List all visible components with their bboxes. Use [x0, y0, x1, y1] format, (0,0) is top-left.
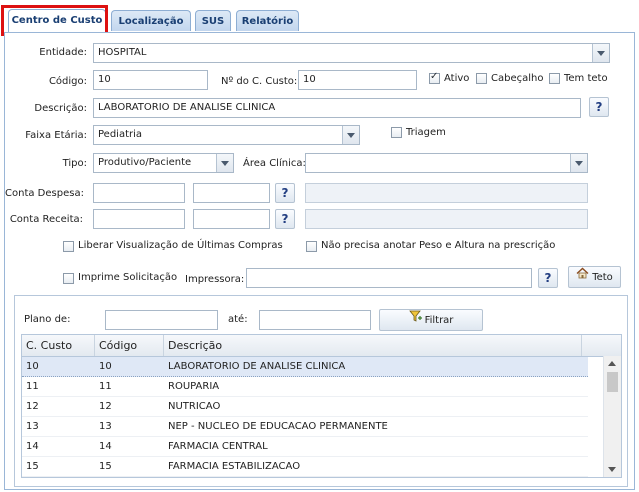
descricao-label: Descrição: [34, 103, 87, 114]
nro-cc-label: Nº do C. Custo: [221, 76, 298, 87]
conta-despesa-description [305, 183, 588, 203]
chevron-down-icon[interactable] [342, 126, 359, 144]
column-header-descricao[interactable]: Descrição [164, 335, 582, 356]
descricao-input[interactable]: LABORATORIO DE ANALISE CLINICA [93, 98, 581, 118]
conta-despesa-input-1[interactable] [93, 183, 185, 203]
cell-c-custo: 14 [26, 441, 39, 452]
triagem-label: Triagem [406, 127, 446, 138]
column-header-codigo[interactable]: Código [95, 335, 164, 356]
descricao-help-button[interactable]: ? [589, 97, 609, 117]
entidade-label: Entidade: [39, 47, 87, 58]
column-header-c-custo[interactable]: C. Custo [22, 335, 95, 356]
plano-label: Plano de: [24, 314, 71, 325]
conta-despesa-help-button[interactable]: ? [275, 183, 295, 203]
impressora-input[interactable] [246, 268, 532, 288]
nro-cc-input[interactable]: 10 [298, 70, 417, 90]
chevron-down-icon[interactable] [216, 154, 233, 172]
chevron-down-icon[interactable] [570, 154, 587, 172]
cabecalho-label: Cabeçalho [491, 73, 544, 84]
cell-c-custo: 15 [26, 461, 39, 472]
plano-input[interactable] [105, 310, 218, 330]
faixa-label: Faixa Etária: [25, 130, 87, 141]
impressora-label: Impressora: [185, 274, 245, 285]
chevron-down-icon[interactable] [592, 44, 609, 62]
scroll-thumb[interactable] [607, 372, 618, 392]
imprime-checkbox[interactable] [63, 273, 74, 284]
cell-codigo: 14 [99, 441, 112, 452]
ate-label: até: [228, 314, 248, 325]
triagem-checkbox[interactable] [391, 127, 402, 138]
area-clinica-label: Área Clínica: [243, 158, 306, 169]
filter-icon [408, 310, 423, 330]
ativo-label: Ativo [444, 73, 470, 84]
table-row[interactable]: 10 10 LABORATORIO DE ANALISE CLINICA [22, 357, 588, 377]
scroll-up-icon[interactable] [608, 361, 616, 366]
cell-c-custo: 11 [26, 381, 39, 392]
cabecalho-checkbox[interactable] [476, 73, 487, 84]
conta-receita-help-button[interactable]: ? [275, 209, 295, 229]
nao-precisa-label: Não precisa anotar Peso e Altura na pres… [321, 240, 556, 251]
conta-receita-input-1[interactable] [93, 209, 185, 229]
cell-descricao: FARMACIA ESTABILIZACAO [168, 461, 301, 472]
liberar-checkbox[interactable] [63, 241, 74, 252]
conta-despesa-input-2[interactable] [193, 183, 270, 203]
cell-c-custo: 10 [26, 361, 39, 372]
impressora-help-button[interactable]: ? [538, 268, 558, 288]
cell-c-custo: 12 [26, 401, 39, 412]
conta-receita-label: Conta Receita: [9, 214, 83, 225]
cell-c-custo: 13 [26, 421, 39, 432]
ate-input[interactable] [259, 310, 371, 330]
cost-center-table: C. Custo Código Descrição 10 10 LABORATO… [21, 334, 622, 478]
conta-receita-input-2[interactable] [193, 209, 270, 229]
tab-sus[interactable]: SUS [195, 10, 231, 31]
tem-teto-label: Tem teto [564, 73, 608, 84]
tab-relatorio[interactable]: Relatório [236, 10, 299, 31]
table-row[interactable]: 13 13 NEP - NUCLEO DE EDUCACAO PERMANENT… [22, 417, 588, 437]
table-scrollbar[interactable] [603, 356, 621, 477]
faixa-select[interactable]: Pediatria [93, 125, 360, 145]
cell-codigo: 12 [99, 401, 112, 412]
conta-receita-description [305, 209, 588, 229]
table-row[interactable]: 12 12 NUTRICAO [22, 397, 588, 417]
cell-descricao: LABORATORIO DE ANALISE CLINICA [168, 361, 346, 372]
filtrar-label: Filtrar [424, 315, 454, 326]
ativo-checkbox[interactable] [429, 71, 440, 84]
cell-descricao: NEP - NUCLEO DE EDUCACAO PERMANENTE [168, 421, 388, 432]
teto-button[interactable]: Teto [568, 266, 621, 288]
table-row[interactable]: 11 11 ROUPARIA [22, 377, 588, 397]
entidade-value: HOSPITAL [98, 47, 147, 58]
faixa-value: Pediatria [98, 129, 143, 140]
cell-codigo: 13 [99, 421, 112, 432]
table-row[interactable]: 14 14 FARMACIA CENTRAL [22, 437, 588, 457]
conta-despesa-label: Conta Despesa: [5, 188, 84, 199]
cell-descricao: ROUPARIA [168, 381, 220, 392]
area-clinica-select[interactable] [305, 153, 588, 173]
table-row[interactable]: 15 15 FARMACIA ESTABILIZACAO [22, 457, 588, 477]
tab-bar: Centro de Custo Localização SUS Relatóri… [0, 0, 639, 36]
tem-teto-checkbox[interactable] [549, 73, 560, 84]
tipo-label: Tipo: [62, 158, 87, 169]
nao-precisa-checkbox[interactable] [306, 241, 317, 252]
cell-codigo: 15 [99, 461, 112, 472]
cell-descricao: NUTRICAO [168, 401, 221, 412]
filtrar-button[interactable]: Filtrar [379, 309, 483, 331]
form-panel: Entidade: HOSPITAL Código: 10 Nº do C. C… [4, 32, 635, 490]
tab-localizacao[interactable]: Localização [111, 10, 191, 31]
cell-codigo: 10 [99, 361, 112, 372]
scroll-down-icon[interactable] [608, 467, 616, 472]
imprime-label: Imprime Solicitação [78, 272, 178, 283]
cell-codigo: 11 [99, 381, 112, 392]
teto-button-label: Teto [592, 272, 613, 283]
codigo-label: Código: [48, 76, 87, 87]
tipo-value: Produtivo/Paciente [98, 157, 192, 168]
list-panel: Plano de: até: Filtrar C. Custo Código D… [14, 295, 628, 487]
table-header: C. Custo Código Descrição [22, 335, 621, 357]
cell-descricao: FARMACIA CENTRAL [168, 441, 268, 452]
home-icon [576, 267, 589, 287]
entidade-select[interactable]: HOSPITAL [93, 43, 610, 63]
liberar-label: Liberar Visualização de Últimas Compras [78, 240, 283, 251]
codigo-input[interactable]: 10 [93, 70, 208, 90]
tipo-select[interactable]: Produtivo/Paciente [93, 153, 234, 173]
